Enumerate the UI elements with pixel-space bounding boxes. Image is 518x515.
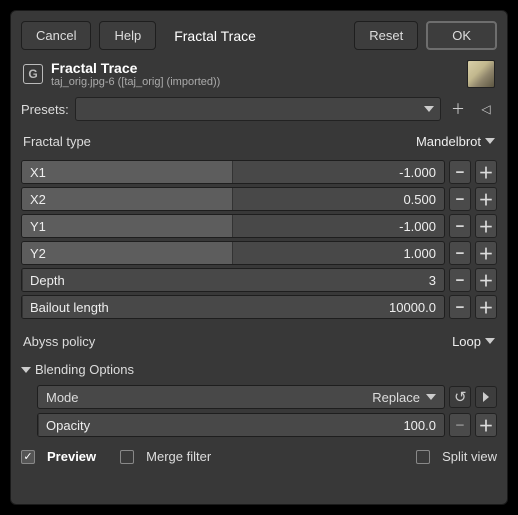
slider-increment[interactable]: ＋ — [475, 241, 497, 265]
abyss-policy-label: Abyss policy — [23, 334, 452, 349]
slider-y1[interactable]: Y1 -1.000 — [21, 214, 445, 238]
dialog-footer: ✓ Preview Merge filter Split view — [21, 443, 497, 464]
slider-increment[interactable]: ＋ — [475, 295, 497, 319]
help-button[interactable]: Help — [99, 21, 156, 50]
chevron-down-icon — [426, 394, 436, 400]
cancel-button[interactable]: Cancel — [21, 21, 91, 50]
chevron-down-icon — [485, 138, 495, 144]
slider-label: Y1 — [22, 219, 46, 234]
presets-combo[interactable] — [75, 97, 441, 121]
dialog-title: Fractal Trace — [51, 60, 220, 76]
split-view-label: Split view — [442, 449, 497, 464]
slider-value: 0.500 — [403, 192, 436, 207]
mode-swap-button[interactable]: ↻ — [449, 386, 471, 408]
blending-options-header[interactable]: Blending Options — [21, 360, 497, 379]
slider-row: Depth 3−＋ — [21, 268, 497, 292]
preview-thumbnail[interactable] — [467, 60, 495, 88]
blending-options-label: Blending Options — [35, 362, 134, 377]
opacity-slider[interactable]: Opacity 100.0 — [37, 413, 445, 437]
expander-down-icon — [21, 367, 31, 373]
fractal-type-value: Mandelbrot — [416, 134, 481, 149]
merge-filter-checkbox[interactable] — [120, 450, 134, 464]
slider-increment[interactable]: ＋ — [475, 268, 497, 292]
slider-row: X2 0.500−＋ — [21, 187, 497, 211]
slider-value: 10000.0 — [389, 300, 436, 315]
presets-label: Presets: — [21, 102, 69, 117]
sliders-group: X1-1.000−＋X20.500−＋Y1-1.000−＋Y21.000−＋De… — [21, 160, 497, 322]
slider-decrement[interactable]: − — [449, 268, 471, 292]
ok-button[interactable]: OK — [426, 21, 497, 50]
slider-label: Depth — [22, 273, 65, 288]
dialog-tab-label: Fractal Trace — [164, 22, 266, 50]
fractal-type-row[interactable]: Fractal type Mandelbrot — [21, 128, 497, 154]
slider-bailout length[interactable]: Bailout length 10000.0 — [21, 295, 445, 319]
gegl-icon: G — [23, 64, 43, 84]
chevron-down-icon — [424, 106, 434, 112]
mode-menu-button[interactable] — [475, 386, 497, 408]
slider-label: X1 — [22, 165, 46, 180]
slider-row: Bailout length 10000.0−＋ — [21, 295, 497, 319]
opacity-increment[interactable]: ＋ — [475, 413, 497, 437]
slider-label: X2 — [22, 192, 46, 207]
preset-add-button[interactable]: ＋ — [447, 98, 469, 120]
slider-row: Y2 1.000−＋ — [21, 241, 497, 265]
mode-value: Replace — [372, 390, 420, 405]
slider-x2[interactable]: X2 0.500 — [21, 187, 445, 211]
opacity-value: 100.0 — [403, 418, 436, 433]
fractal-trace-dialog: Cancel Help Fractal Trace Reset OK G Fra… — [10, 10, 508, 505]
mode-combo[interactable]: Mode Replace — [37, 385, 445, 409]
slider-row: Y1 -1.000−＋ — [21, 214, 497, 238]
preview-checkbox[interactable]: ✓ — [21, 450, 35, 464]
slider-value: -1.000 — [399, 165, 436, 180]
slider-label: Y2 — [22, 246, 46, 261]
chevron-right-icon — [483, 392, 489, 402]
slider-increment[interactable]: ＋ — [475, 160, 497, 184]
dialog-subtitle: taj_orig.jpg-6 ([taj_orig] (imported)) — [51, 76, 220, 88]
abyss-policy-value: Loop — [452, 334, 481, 349]
dialog-header: G Fractal Trace taj_orig.jpg-6 ([taj_ori… — [21, 56, 497, 90]
slider-decrement[interactable]: − — [449, 295, 471, 319]
slider-row: X1 -1.000−＋ — [21, 160, 497, 184]
mode-label: Mode — [46, 390, 372, 405]
slider-x1[interactable]: X1 -1.000 — [21, 160, 445, 184]
slider-label: Bailout length — [22, 300, 109, 315]
slider-value: -1.000 — [399, 219, 436, 234]
slider-value: 1.000 — [403, 246, 436, 261]
fractal-type-label: Fractal type — [23, 134, 416, 149]
abyss-policy-row[interactable]: Abyss policy Loop — [21, 328, 497, 354]
slider-decrement[interactable]: − — [449, 241, 471, 265]
opacity-label: Opacity — [38, 418, 90, 433]
dialog-button-row: Cancel Help Fractal Trace Reset OK — [21, 21, 497, 50]
slider-decrement[interactable]: − — [449, 160, 471, 184]
reset-button[interactable]: Reset — [354, 21, 418, 50]
split-view-checkbox[interactable] — [416, 450, 430, 464]
preset-manage-button[interactable]: ◁ — [475, 98, 497, 120]
opacity-decrement: − — [449, 413, 471, 437]
slider-increment[interactable]: ＋ — [475, 187, 497, 211]
slider-increment[interactable]: ＋ — [475, 214, 497, 238]
slider-depth[interactable]: Depth 3 — [21, 268, 445, 292]
merge-filter-label: Merge filter — [146, 449, 211, 464]
slider-decrement[interactable]: − — [449, 187, 471, 211]
preview-label: Preview — [47, 449, 96, 464]
slider-decrement[interactable]: − — [449, 214, 471, 238]
slider-value: 3 — [429, 273, 436, 288]
slider-y2[interactable]: Y2 1.000 — [21, 241, 445, 265]
chevron-down-icon — [485, 338, 495, 344]
